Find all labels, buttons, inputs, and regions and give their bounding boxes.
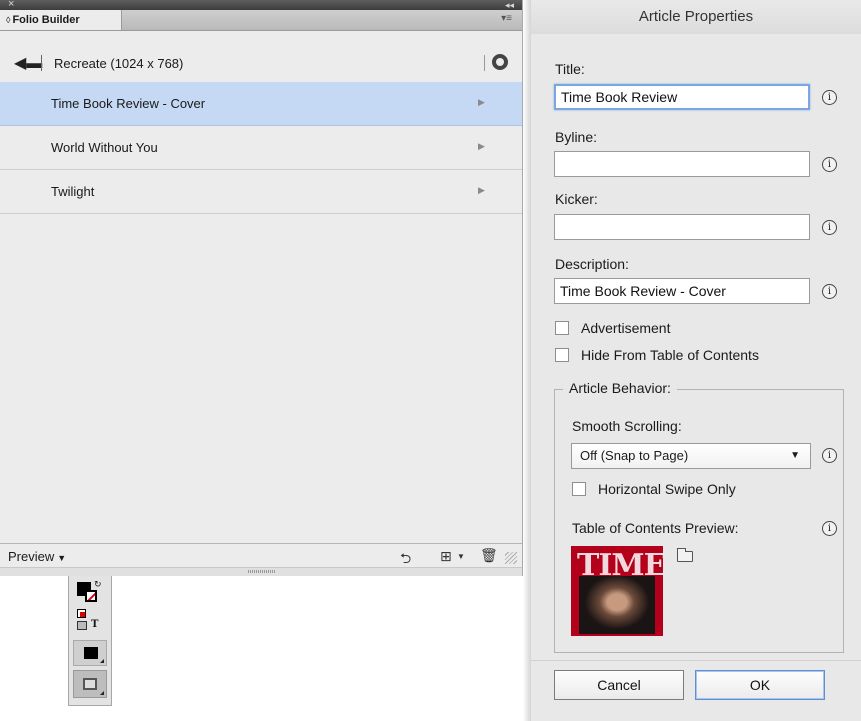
info-icon[interactable]: i xyxy=(822,448,837,463)
nav-divider xyxy=(41,55,42,71)
article-label: Twilight xyxy=(51,184,95,199)
flyout-icon xyxy=(100,691,104,695)
resize-grip[interactable] xyxy=(505,552,517,564)
format-container-icon[interactable] xyxy=(77,621,87,630)
description-label: Description: xyxy=(555,256,629,272)
panel-drag-bar[interactable] xyxy=(0,567,522,576)
preview-button[interactable]: Preview ▼ xyxy=(8,549,66,566)
kicker-input[interactable] xyxy=(554,214,810,240)
tab-label: Folio Builder xyxy=(12,14,80,26)
article-row[interactable]: Time Book Review - Cover ▶ xyxy=(0,82,522,126)
article-behavior-label: Article Behavior: xyxy=(563,380,677,397)
cancel-button[interactable]: Cancel xyxy=(554,670,684,700)
dialog-title: Article Properties xyxy=(531,0,861,34)
article-row[interactable]: World Without You ▶ xyxy=(0,126,522,170)
panel-footer: Preview ▼ ⮌ ⊞ ▼ 🗑 xyxy=(0,543,522,568)
flyout-icon xyxy=(100,659,104,663)
title-label: Title: xyxy=(555,61,585,77)
nav-bar: ◀▬ Recreate (1024 x 768) xyxy=(0,31,522,81)
horizontal-swipe-label: Horizontal Swipe Only xyxy=(598,481,736,497)
dialog-shadow xyxy=(523,0,531,721)
tab-folio-builder[interactable]: ◊ Folio Builder xyxy=(0,10,122,30)
apply-color-button[interactable] xyxy=(73,640,107,666)
toc-preview-label: Table of Contents Preview: xyxy=(572,520,739,536)
hide-toc-checkbox[interactable] xyxy=(555,348,569,362)
color-swatch xyxy=(84,647,98,659)
swap-colors-icon[interactable]: ↻ xyxy=(94,579,102,590)
smooth-scrolling-select[interactable]: Off (Snap to Page) ▼ xyxy=(571,443,811,469)
info-icon[interactable]: i xyxy=(822,220,837,235)
advertisement-label: Advertisement xyxy=(581,320,671,336)
cover-photo xyxy=(579,576,655,634)
smooth-scrolling-label: Smooth Scrolling: xyxy=(572,418,682,434)
back-arrow-icon[interactable]: ◀▬ xyxy=(14,56,42,72)
trash-icon[interactable]: 🗑 xyxy=(480,547,498,564)
article-properties-dialog: Article Properties Title: i Byline: i Ki… xyxy=(531,0,861,721)
info-icon[interactable]: i xyxy=(822,521,837,536)
nav-divider xyxy=(484,55,485,71)
byline-input[interactable] xyxy=(554,151,810,177)
panel-menu-icon[interactable]: ▾≡ xyxy=(501,13,512,24)
title-input[interactable] xyxy=(554,84,810,110)
folio-builder-panel: × ◂◂ ◊ Folio Builder ▾≡ ◀▬ Recreate (1024… xyxy=(0,0,523,576)
toc-preview-image: TIME xyxy=(571,546,663,636)
hide-toc-label: Hide From Table of Contents xyxy=(581,347,759,363)
smooth-scrolling-value: Off (Snap to Page) xyxy=(580,448,689,463)
chevron-right-icon[interactable]: ▶ xyxy=(478,185,485,196)
stroke-swatch[interactable] xyxy=(85,590,97,602)
byline-label: Byline: xyxy=(555,129,598,145)
advertisement-checkbox[interactable] xyxy=(555,321,569,335)
horizontal-swipe-checkbox[interactable] xyxy=(572,482,586,496)
format-text-icon[interactable]: T xyxy=(91,619,98,630)
panel-tab-bar: ◊ Folio Builder ▾≡ xyxy=(0,10,522,31)
description-input[interactable] xyxy=(554,278,810,304)
preview-label: Preview xyxy=(8,549,55,564)
import-article-icon[interactable]: ⊞ xyxy=(440,548,452,565)
chevron-right-icon[interactable]: ▶ xyxy=(478,97,485,108)
screen-mode-icon xyxy=(83,678,97,690)
article-list: Time Book Review - Cover ▶ World Without… xyxy=(0,82,522,214)
panel-title-bar[interactable]: × ◂◂ xyxy=(0,0,522,10)
info-icon[interactable]: i xyxy=(822,157,837,172)
chevron-down-icon[interactable]: ▼ xyxy=(457,552,465,561)
ok-button[interactable]: OK xyxy=(695,670,825,700)
default-colors-icon[interactable] xyxy=(77,609,86,618)
chevron-right-icon[interactable]: ▶ xyxy=(478,141,485,152)
dialog-divider xyxy=(531,660,861,661)
article-label: World Without You xyxy=(51,140,158,155)
folio-title: Recreate (1024 x 768) xyxy=(54,56,184,71)
chevron-down-icon: ▼ xyxy=(57,553,67,563)
tab-expand-icon: ◊ xyxy=(6,15,11,25)
fill-stroke-swatches[interactable]: ↻ xyxy=(77,579,103,608)
tools-panel: ↻ T xyxy=(68,576,112,706)
chevron-down-icon: ▼ xyxy=(790,450,800,461)
kicker-label: Kicker: xyxy=(555,191,598,207)
info-icon[interactable]: i xyxy=(822,90,837,105)
article-row[interactable]: Twilight ▶ xyxy=(0,170,522,214)
article-label: Time Book Review - Cover xyxy=(51,96,206,111)
info-icon[interactable]: i xyxy=(822,284,837,299)
drag-grip-icon xyxy=(248,570,276,573)
folder-icon[interactable] xyxy=(677,548,693,562)
settings-icon[interactable] xyxy=(492,54,508,70)
screen-mode-button[interactable] xyxy=(73,670,107,698)
